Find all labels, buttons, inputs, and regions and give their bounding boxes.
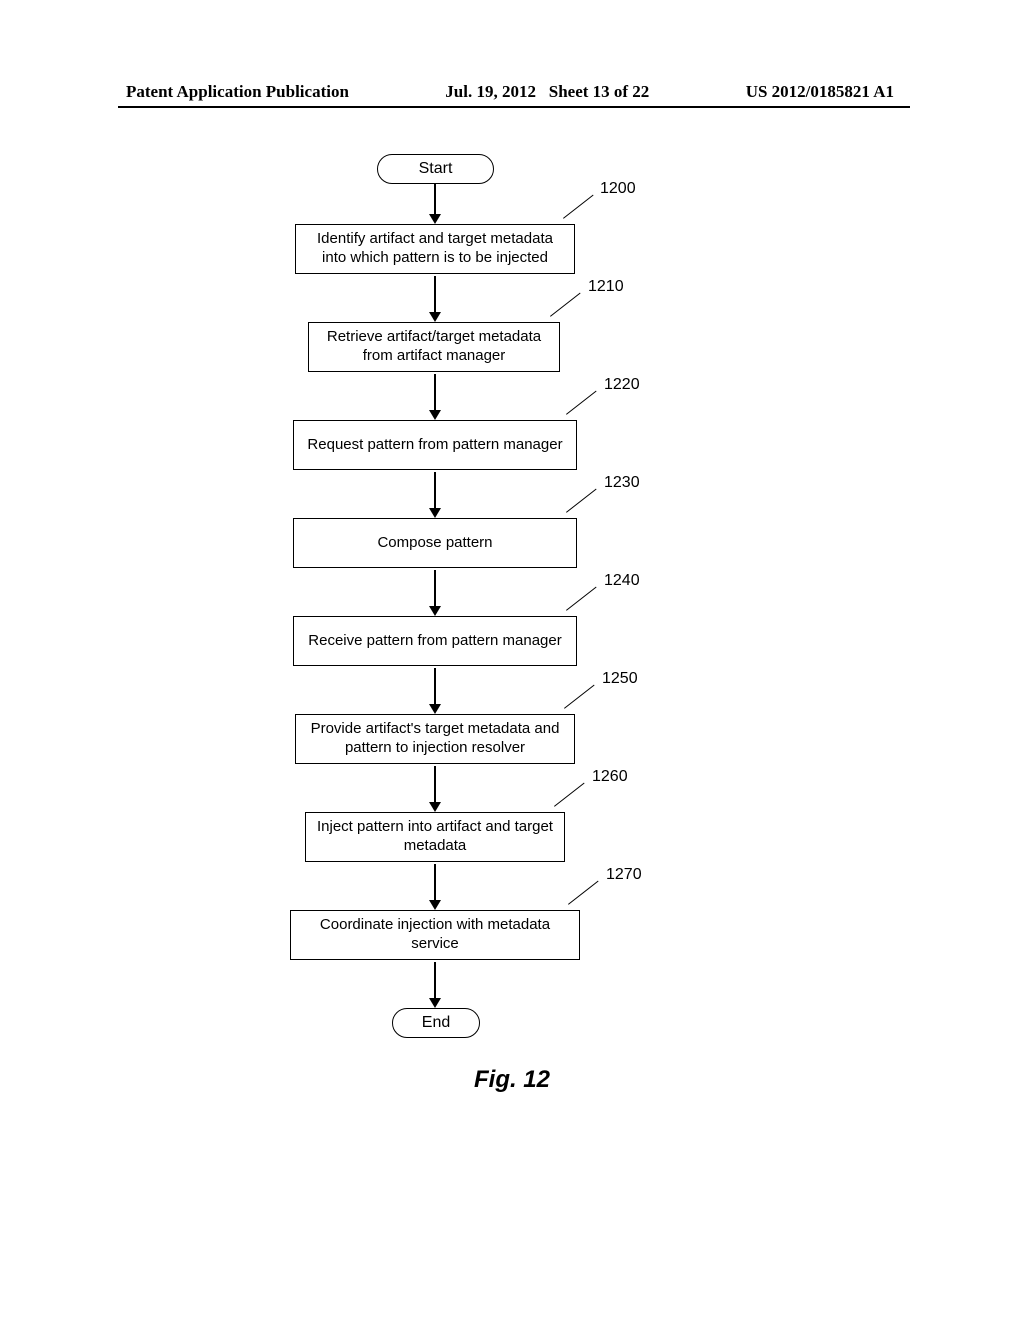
arrow — [434, 766, 436, 804]
ref-leader — [550, 293, 581, 317]
step-1220: Request pattern from pattern manager — [293, 420, 577, 470]
header-date: Jul. 19, 2012 — [445, 82, 536, 101]
arrow-head-icon — [429, 704, 441, 714]
arrow — [434, 184, 436, 216]
arrow-head-icon — [429, 900, 441, 910]
ref-leader — [564, 685, 595, 709]
ref-leader — [566, 489, 597, 513]
arrow-head-icon — [429, 802, 441, 812]
arrow-head-icon — [429, 410, 441, 420]
arrow-head-icon — [429, 312, 441, 322]
ref-leader — [563, 195, 594, 219]
arrow — [434, 668, 436, 706]
arrow — [434, 374, 436, 412]
arrow — [434, 276, 436, 314]
step-1230: Compose pattern — [293, 518, 577, 568]
ref-1230: 1230 — [604, 474, 640, 492]
start-terminator: Start — [377, 154, 494, 184]
ref-1270: 1270 — [606, 866, 642, 884]
header-center: Jul. 19, 2012 Sheet 13 of 22 — [445, 82, 649, 102]
ref-leader — [568, 881, 599, 905]
header-publication: Patent Application Publication — [0, 82, 349, 102]
ref-leader — [566, 391, 597, 415]
step-1260: Inject pattern into artifact and target … — [305, 812, 565, 862]
ref-1260: 1260 — [592, 768, 628, 786]
page: Patent Application Publication Jul. 19, … — [0, 0, 1024, 1320]
end-terminator: End — [392, 1008, 480, 1038]
step-1270: Coordinate injection with metadata servi… — [290, 910, 580, 960]
arrow-head-icon — [429, 998, 441, 1008]
arrow-head-icon — [429, 508, 441, 518]
arrow — [434, 962, 436, 1000]
arrow — [434, 864, 436, 902]
arrow — [434, 570, 436, 608]
arrow — [434, 472, 436, 510]
figure-caption: Fig. 12 — [0, 1066, 1024, 1094]
header-pubnum: US 2012/0185821 A1 — [746, 82, 1024, 102]
step-1240: Receive pattern from pattern manager — [293, 616, 577, 666]
step-1250: Provide artifact's target metadata and p… — [295, 714, 575, 764]
ref-1220: 1220 — [604, 376, 640, 394]
arrow-head-icon — [429, 606, 441, 616]
page-header: Patent Application Publication Jul. 19, … — [0, 82, 1024, 102]
step-1210: Retrieve artifact/target metadata from a… — [308, 322, 560, 372]
ref-1250: 1250 — [602, 670, 638, 688]
ref-1200: 1200 — [600, 180, 636, 198]
ref-1210: 1210 — [588, 278, 624, 296]
header-sheet: Sheet 13 of 22 — [549, 82, 650, 101]
step-1200: Identify artifact and target metadata in… — [295, 224, 575, 274]
header-rule — [118, 106, 910, 108]
ref-1240: 1240 — [604, 572, 640, 590]
ref-leader — [554, 783, 585, 807]
ref-leader — [566, 587, 597, 611]
arrow-head-icon — [429, 214, 441, 224]
